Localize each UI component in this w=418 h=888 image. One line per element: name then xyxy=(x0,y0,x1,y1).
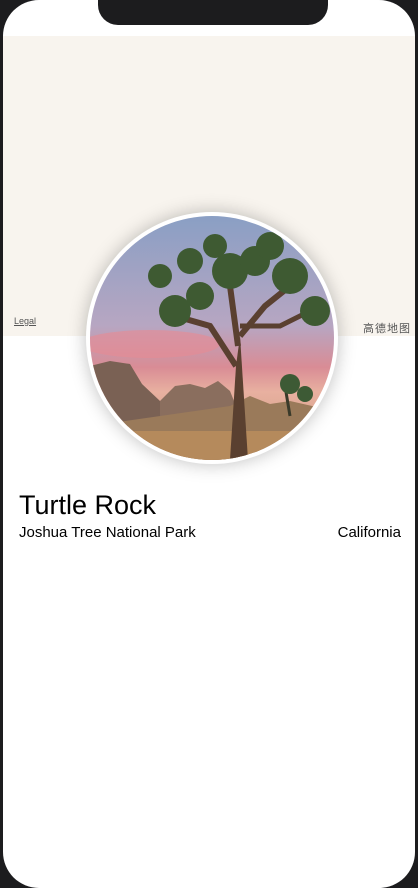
map-brand-logo: 高德地图 xyxy=(363,323,411,335)
map-legal-link[interactable]: Legal xyxy=(14,316,36,326)
landmark-title: Turtle Rock xyxy=(19,490,157,520)
joshua-tree-photo-icon xyxy=(90,216,334,460)
phone-screen: Legal 高德地图 Turtle Rock Joshua Tree Natio… xyxy=(3,0,415,888)
state-name: California xyxy=(337,524,401,541)
landmark-image xyxy=(86,212,338,464)
device-notch xyxy=(98,0,328,25)
park-name: Joshua Tree National Park xyxy=(19,524,196,541)
landmark-details: Turtle Rock Joshua Tree National Park Ca… xyxy=(19,488,401,541)
landmark-subtitle-row: Joshua Tree National Park California xyxy=(19,524,401,541)
